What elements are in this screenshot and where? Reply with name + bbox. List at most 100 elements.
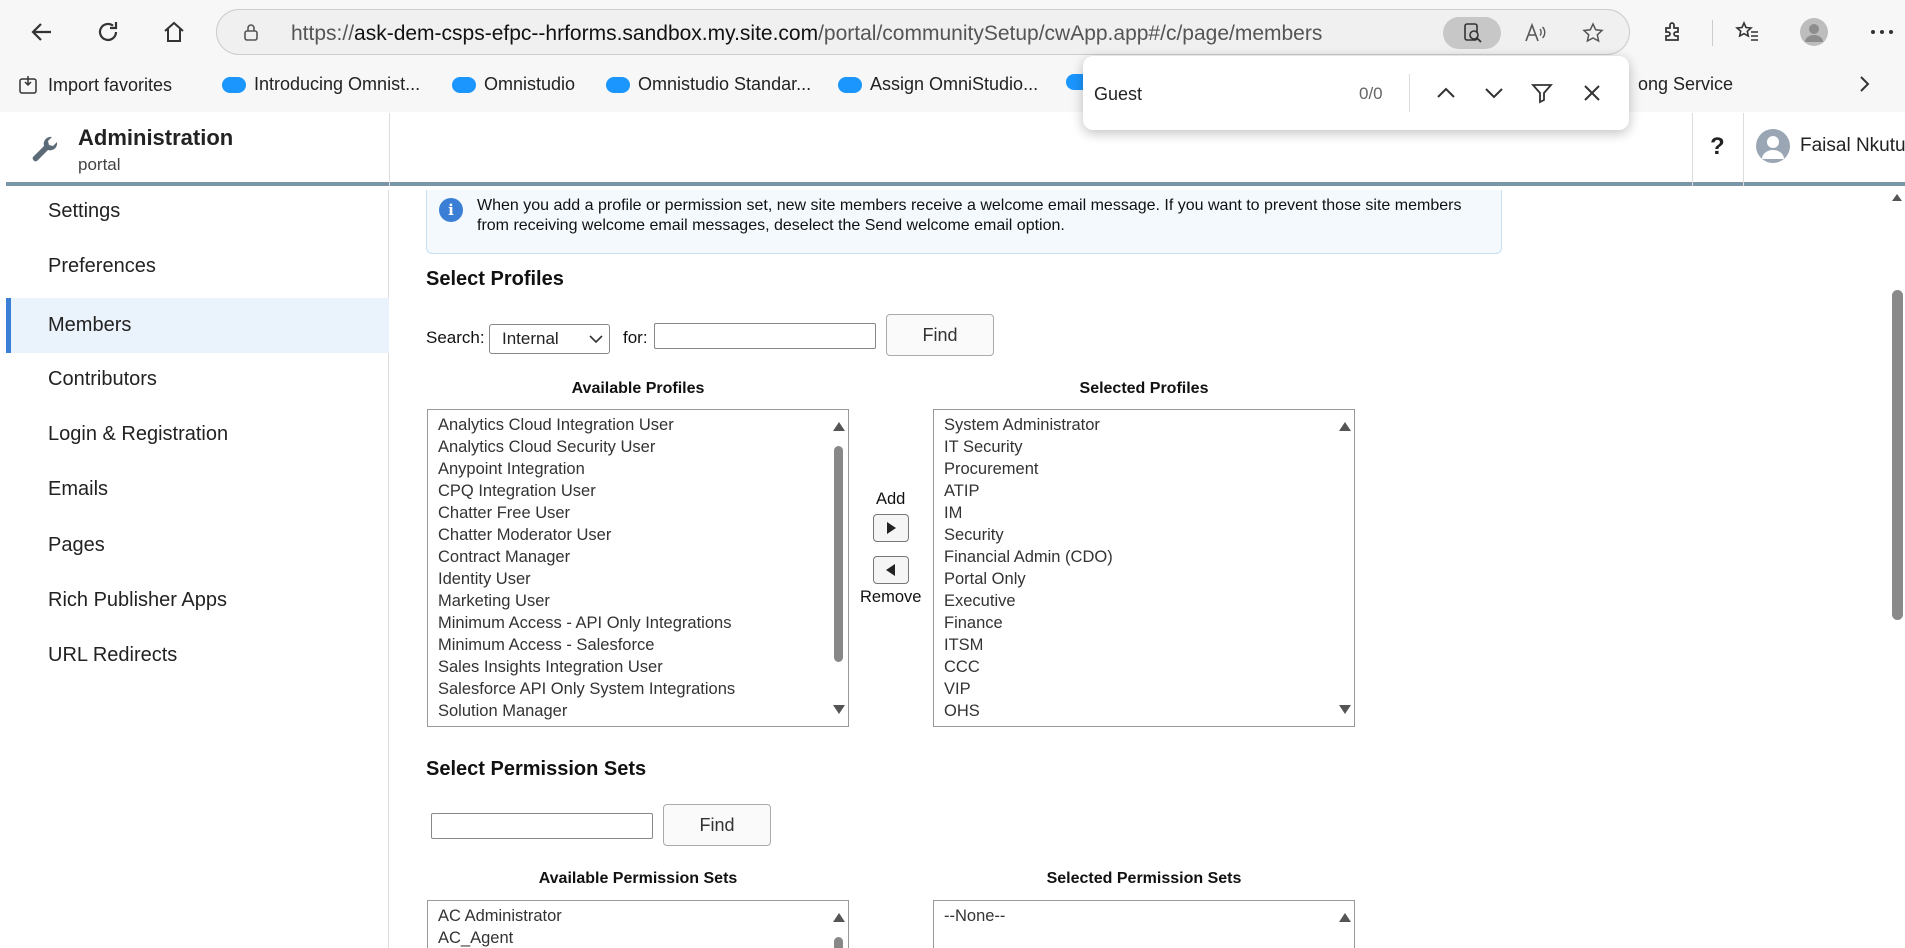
arrow-left-icon [886,564,895,576]
scroll-thumb[interactable] [834,446,843,662]
sidebar-item-rich-publisher-apps[interactable]: Rich Publisher Apps [6,573,389,628]
list-option[interactable]: Anypoint Integration [438,458,735,480]
page-scrollbar[interactable] [1890,190,1905,948]
favorites-icon[interactable] [1727,12,1767,52]
salesforce-cloud-icon [222,76,246,93]
list-option[interactable]: Finance [944,612,1113,634]
scroll-up-icon[interactable] [833,422,845,431]
bookmark-long-service[interactable]: ong Service [1638,74,1733,95]
read-aloud-icon[interactable] [1519,17,1551,49]
scroll-up-icon[interactable] [833,913,845,922]
list-option[interactable]: Analytics Cloud Integration User [438,414,735,436]
lock-icon[interactable] [241,22,261,42]
list-option[interactable]: ATIP [944,480,1113,502]
list-option[interactable]: Minimum Access - API Only Integrations [438,612,735,634]
bookmark-introducing-omnistudio[interactable]: Introducing Omnist... [222,74,420,95]
home-icon[interactable] [154,12,194,52]
filter-icon[interactable] [1527,78,1557,108]
list-option[interactable]: Financial Admin (CDO) [944,546,1113,568]
list-option[interactable]: Sales Insights Integration User [438,656,735,678]
list-option[interactable]: Security [944,524,1113,546]
bookmark-omnistudio-standard[interactable]: Omnistudio Standar... [606,74,811,95]
remove-button[interactable] [873,556,909,584]
list-option[interactable]: Marketing User [438,590,735,612]
back-icon[interactable] [22,12,62,52]
profile-avatar-icon[interactable] [1794,12,1834,52]
list-option[interactable]: Portal Only [944,568,1113,590]
list-option[interactable]: Chatter Free User [438,502,735,524]
list-option[interactable]: Minimum Access - Salesforce [438,634,735,656]
profile-find-button[interactable]: Find [886,314,994,356]
address-bar[interactable]: https://ask-dem-csps-efpc--hrforms.sandb… [216,9,1630,55]
sidebar-item-settings[interactable]: Settings [6,184,389,239]
list-option[interactable]: IM [944,502,1113,524]
sidebar-item-preferences[interactable]: Preferences [6,239,389,294]
scroll-up-icon[interactable] [1339,422,1351,431]
sidebar-item-url-redirects[interactable]: URL Redirects [6,628,389,683]
list-option[interactable]: VIP [944,678,1113,700]
list-scrollbar[interactable] [1336,901,1354,948]
scroll-thumb[interactable] [834,937,843,948]
list-scrollbar[interactable] [830,410,848,726]
permission-set-search-input[interactable] [431,813,653,839]
list-option[interactable]: Executive [944,590,1113,612]
user-menu[interactable]: Faisal Nkutu [1756,129,1905,163]
available-profiles-list[interactable]: Analytics Cloud Integration User Analytic… [427,409,849,727]
members-content: i When you add a profile or permission s… [390,190,1905,948]
list-option[interactable]: Identity User [438,568,735,590]
list-option[interactable]: CCC [944,656,1113,678]
scroll-up-icon[interactable] [1339,913,1351,922]
chevron-down-icon[interactable] [1479,78,1509,108]
bookmark-assign-omnistudio[interactable]: Assign OmniStudio... [838,74,1038,95]
list-option[interactable]: System Administrator [944,414,1113,436]
selected-permission-sets-list[interactable]: --None-- [933,900,1355,948]
list-option[interactable]: Salesforce API Only System Integrations [438,678,735,700]
favorite-star-icon[interactable] [1577,17,1609,49]
profile-search-input[interactable] [654,323,876,349]
list-option[interactable]: CPQ Integration User [438,480,735,502]
list-option[interactable]: OHS [944,700,1113,722]
permission-set-find-button[interactable]: Find [663,804,771,846]
refresh-icon[interactable] [88,12,128,52]
add-button[interactable] [873,514,909,542]
scroll-down-icon[interactable] [833,705,845,714]
selected-permission-sets-heading: Selected Permission Sets [1046,870,1242,887]
selected-profiles-list[interactable]: System Administrator IT Security Procureme… [933,409,1355,727]
list-scrollbar[interactable] [1336,410,1354,726]
sidebar-item-pages[interactable]: Pages [6,518,389,573]
scroll-down-icon[interactable] [1339,705,1351,714]
find-input[interactable]: Guest [1094,84,1142,105]
more-menu-icon[interactable] [1862,12,1902,52]
list-option[interactable]: IT Security [944,436,1113,458]
list-option[interactable]: --None-- [944,905,1005,927]
close-icon[interactable] [1577,78,1607,108]
scroll-thumb[interactable] [1892,290,1903,620]
bookmark-import-favorites[interactable]: Import favorites [18,74,172,96]
bookmark-label: Import favorites [48,74,173,95]
sidebar-item-emails[interactable]: Emails [6,462,389,517]
salesforce-cloud-icon [838,76,862,93]
bookmarks-more-chevron-icon[interactable] [1858,74,1872,94]
sidebar-item-members[interactable]: Members [6,298,389,353]
list-option[interactable]: ITSM [944,634,1113,656]
list-option[interactable]: Contract Manager [438,546,735,568]
scroll-up-icon[interactable] [1892,194,1902,201]
list-option[interactable]: Analytics Cloud Security User [438,436,735,458]
sidebar-item-login-registration[interactable]: Login & Registration [6,407,389,462]
sidebar-item-contributors[interactable]: Contributors [6,352,389,407]
list-option[interactable]: AC Administrator [438,905,562,927]
header-divider [1692,113,1693,186]
list-option[interactable]: Procurement [944,458,1113,480]
find-page-icon[interactable] [1443,17,1501,49]
profile-search-select[interactable]: Internal [489,324,610,354]
chevron-up-icon[interactable] [1431,78,1461,108]
list-option[interactable]: Solution Manager [438,700,735,722]
available-permission-sets-list[interactable]: AC Administrator AC_Agent [427,900,849,948]
help-button[interactable]: ? [1710,133,1725,161]
list-scrollbar[interactable] [830,901,848,948]
list-option[interactable]: Chatter Moderator User [438,524,735,546]
extensions-icon[interactable] [1653,12,1693,52]
bookmark-omnistudio[interactable]: Omnistudio [452,74,575,95]
list-option[interactable]: AC_Agent [438,927,562,948]
url-text[interactable]: https://ask-dem-csps-efpc--hrforms.sandb… [291,22,1322,46]
